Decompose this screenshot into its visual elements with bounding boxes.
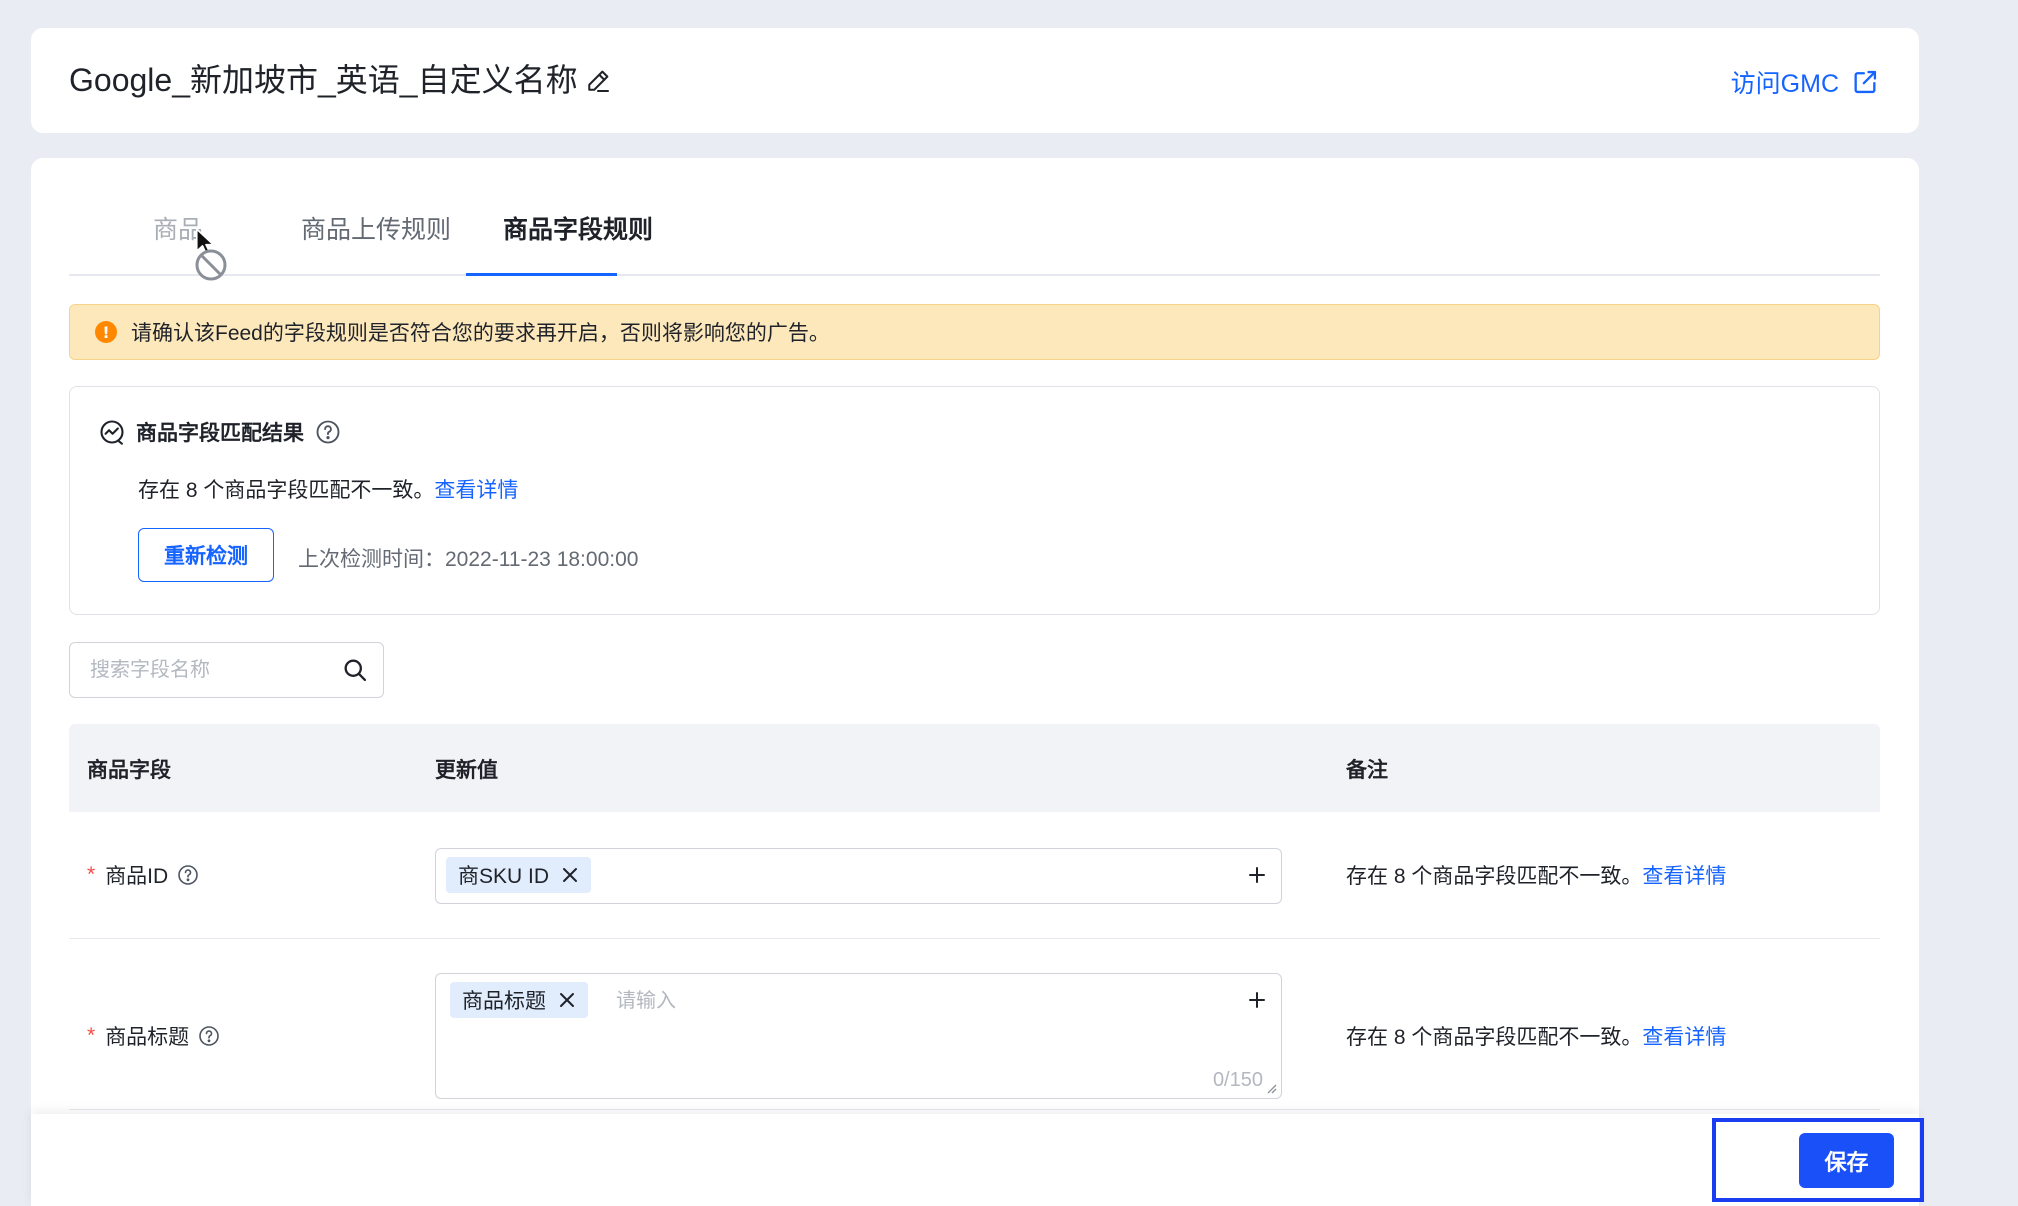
view-details-link[interactable]: 查看详情 (434, 479, 518, 502)
external-link-icon (1854, 70, 1877, 94)
field-name: 商品ID (105, 865, 169, 888)
value-text-input[interactable] (614, 986, 1118, 1016)
help-icon[interactable] (197, 1024, 221, 1048)
last-check-time: 2022-11-23 18:00:00 (445, 548, 639, 571)
alert-text: 请确认该Feed的字段规则是否符合您的要求再开启，否则将影响您的广告。 (131, 322, 830, 345)
field-label-product-id: * 商品ID (87, 860, 200, 890)
view-details-link[interactable]: 查看详情 (1642, 1026, 1726, 1049)
match-result-description: 存在 8 个商品字段匹配不一致。查看详情 (138, 474, 518, 504)
match-result-panel: 商品字段匹配结果 存在 8 个商品字段匹配不一致。查看详情 重新检测 上次检测时… (69, 386, 1880, 615)
footer-action-bar (31, 1114, 1919, 1206)
required-mark: * (87, 863, 96, 886)
feed-header-card: Google_新加坡市_英语_自定义名称 访问GMC (31, 28, 1919, 133)
remark-text: 存在 8 个商品字段匹配不一致。 (1346, 865, 1643, 888)
update-value-field[interactable]: 商品标题 0/150 (435, 973, 1282, 1099)
search-icon[interactable] (341, 656, 369, 684)
resize-handle-icon[interactable] (1265, 1082, 1277, 1094)
value-tag: 商品标题 (450, 982, 588, 1018)
field-search-box (69, 642, 384, 698)
table-row: * 商品ID 商SKU ID 存在 8 个商品字段匹配不一致。查看详情 (69, 812, 1880, 939)
remark-text: 存在 8 个商品字段匹配不一致。 (1346, 1026, 1643, 1049)
column-header-remark: 备注 (1346, 759, 1388, 782)
help-icon[interactable] (176, 863, 200, 887)
field-name: 商品标题 (105, 1026, 190, 1049)
visit-gmc-link[interactable]: 访问GMC (1731, 64, 1879, 100)
remark-cell: 存在 8 个商品字段匹配不一致。查看详情 (1346, 860, 1726, 890)
column-header-update-value: 更新值 (435, 759, 498, 782)
close-icon[interactable] (558, 991, 576, 1009)
close-icon[interactable] (561, 866, 579, 884)
last-check-info: 上次检测时间：2022-11-23 18:00:00 (298, 543, 638, 573)
last-check-label: 上次检测时间： (298, 548, 445, 571)
help-icon[interactable] (314, 418, 342, 446)
warning-alert: ! 请确认该Feed的字段规则是否符合您的要求再开启，否则将影响您的广告。 (69, 304, 1880, 360)
remark-cell: 存在 8 个商品字段匹配不一致。查看详情 (1346, 1021, 1726, 1051)
tab-bar: 商品 商品上传规则 商品字段规则 (69, 214, 1880, 276)
required-mark: * (87, 1024, 96, 1047)
view-details-link[interactable]: 查看详情 (1642, 865, 1726, 888)
plus-icon[interactable] (1247, 865, 1267, 885)
search-input[interactable] (88, 655, 332, 685)
feed-title: Google_新加坡市_英语_自定义名称 (69, 62, 578, 98)
value-tag: 商SKU ID (446, 857, 592, 893)
table-header: 商品字段 更新值 备注 (69, 724, 1880, 812)
visit-gmc-label[interactable]: 访问GMC (1731, 64, 1839, 100)
plus-icon[interactable] (1247, 990, 1267, 1010)
match-result-heading: 商品字段匹配结果 (98, 417, 342, 447)
tag-label: 商SKU ID (458, 865, 550, 888)
column-header-field: 商品字段 (87, 759, 171, 782)
save-button[interactable]: 保存 (1799, 1133, 1894, 1188)
update-value-field[interactable]: 商SKU ID (435, 848, 1282, 904)
table-row: * 商品标题 商品标题 0/150 (69, 939, 1880, 1110)
field-label-product-title: * 商品标题 (87, 1021, 221, 1051)
recheck-button[interactable]: 重新检测 (138, 528, 274, 582)
edit-pencil-icon[interactable] (583, 66, 613, 96)
tab-field-rules[interactable]: 商品字段规则 (503, 214, 653, 246)
tag-label: 商品标题 (462, 990, 546, 1013)
field-rules-card: 商品 商品上传规则 商品字段规则 ! 请确认该Feed的字段规则是否符合您的要求… (31, 158, 1919, 1206)
active-tab-indicator (466, 273, 617, 276)
char-counter: 0/150 (1212, 1069, 1263, 1091)
mismatch-summary: 存在 8 个商品字段匹配不一致。 (138, 479, 435, 502)
chart-check-icon (100, 420, 124, 445)
tab-upload-rules[interactable]: 商品上传规则 (301, 214, 451, 246)
field-rules-table: 商品字段 更新值 备注 * 商品ID 商SKU ID 存在 8 个商品字段匹配不… (69, 724, 1880, 1110)
match-result-title: 商品字段匹配结果 (136, 422, 304, 445)
not-allowed-cursor-icon (195, 249, 227, 281)
warning-icon: ! (95, 321, 117, 343)
